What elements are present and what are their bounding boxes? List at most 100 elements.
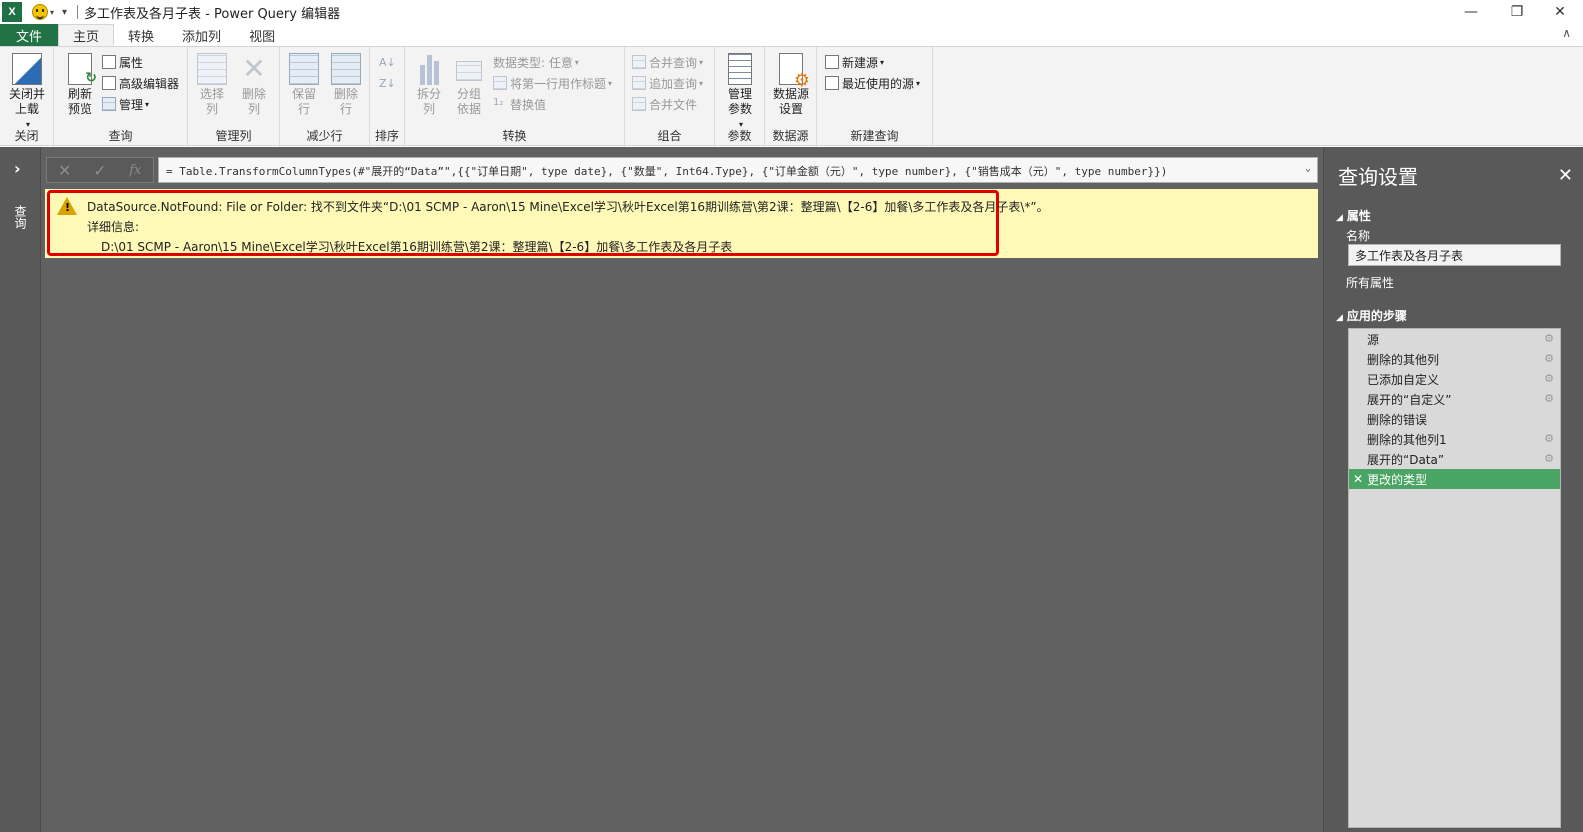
preview-area: ✕ ✓ fx = Table.TransformColumnTypes(#"展开… [41,147,1323,832]
manage-parameters-button[interactable]: 管理 参数 ▾ [718,53,762,132]
tab-add-column[interactable]: 添加列 [168,24,235,46]
data-type-dropdown[interactable]: 数据类型: 任意 ▾ [493,53,579,71]
split-column-button[interactable]: 拆分 列 [407,53,451,117]
step-expanded-data[interactable]: 展开的“Data” ⚙ [1349,449,1560,469]
append-icon [632,76,646,90]
gear-icon[interactable]: ⚙ [1544,392,1554,405]
combine-files-icon [632,97,646,111]
step-removed-other-columns[interactable]: 删除的其他列 ⚙ [1349,349,1560,369]
append-queries-button[interactable]: 追加查询 ▾ [632,74,703,92]
name-label: 名称 [1346,229,1371,243]
new-query-group-label: 新建查询 [850,129,899,143]
applied-steps-list: 源 ⚙ 删除的其他列 ⚙ 已添加自定义 ⚙ 展开的“自定义” ⚙ 删除的错误 删除的其他… [1348,328,1561,828]
datasource-settings-button[interactable]: ⚙ 数据源 设置 [769,53,813,117]
formula-text: = Table.TransformColumnTypes(#"展开的“Data”… [166,165,1168,178]
choose-columns-button[interactable]: 选择 列 [190,53,234,117]
step-source[interactable]: 源 ⚙ [1349,329,1560,349]
gear-icon[interactable]: ⚙ [1544,332,1554,345]
smiley-caret-icon[interactable]: ▾ [50,8,54,17]
ribbon-collapse-icon[interactable]: ∧ [1562,26,1571,40]
sort-ascending-button[interactable]: A↓ [379,53,396,71]
delete-step-icon[interactable]: ✕ [1353,472,1363,486]
queries-pane-label[interactable]: 查询 [12,205,29,229]
combine-group-label: 组合 [657,129,682,143]
cancel-formula-icon[interactable]: ✕ [47,161,82,180]
error-details-path: D:\01 SCMP - Aaron\15 Mine\Excel学习\秋叶Exc… [101,240,733,254]
tab-home[interactable]: 主页 [58,24,115,46]
recent-sources-icon [825,76,839,90]
gear-icon[interactable]: ⚙ [1544,352,1554,365]
error-details-label: 详细信息: [87,220,140,234]
transform-group-label: 转换 [502,129,527,143]
keep-rows-button[interactable]: 保留 行 [282,53,326,117]
merge-icon [632,55,646,69]
title-separator [77,5,79,19]
combine-files-button[interactable]: 合并文件 [632,95,697,113]
datasource-group: ⚙ 数据源 设置 数据源 [765,47,817,147]
ribbon: 关闭并 上载 ▾ 关闭 ↻ 刷新 预览 属性 高级编辑器 管理 ▾ 查询 选择 列 … [0,46,1583,147]
manage-columns-group: 选择 列 ✕ 删除 列 管理列 [188,47,280,147]
close-and-load-button[interactable]: 关闭并 上载 ▾ [5,53,49,132]
quick-access-customize-icon[interactable]: ▾ [62,7,67,18]
tab-view[interactable]: 视图 [235,24,289,46]
step-changed-type[interactable]: ✕ 更改的类型 [1349,469,1560,489]
datasource-group-label: 数据源 [772,129,809,143]
close-icon[interactable]: ✕ [1558,165,1573,186]
close-load-icon [12,53,42,85]
transform-group: 拆分 列 分组 依据 数据类型: 任意 ▾ 将第一行用作标题 ▾ 1₂ 替换值 转换 [405,47,625,147]
replace-values-button[interactable]: 1₂ 替换值 [493,95,546,113]
query-settings-pane: 查询设置 ✕ ◢属性 名称 所有属性 ◢应用的步骤 源⚙ 删除的其他列⚙ 已添加… [1323,147,1583,832]
new-source-button[interactable]: 新建源 ▾ [825,53,884,71]
applied-steps-section-header[interactable]: ◢ 应用的步骤 [1336,307,1407,324]
query-name-input[interactable] [1348,244,1561,266]
recent-sources-button[interactable]: 最近使用的源 ▾ [825,74,920,92]
gear-icon[interactable]: ⚙ [1544,452,1554,465]
step-expanded-custom[interactable]: 展开的“自定义” ⚙ [1349,389,1560,409]
sort-group-label: 排序 [374,129,399,143]
combine-group: 合并查询 ▾ 追加查询 ▾ 合并文件 组合 [625,47,715,147]
group-by-button[interactable]: 分组 依据 [447,53,491,117]
properties-button[interactable]: 属性 [102,53,143,71]
remove-columns-button[interactable]: ✕ 删除 列 [232,53,276,117]
collapse-triangle-icon: ◢ [1336,313,1343,323]
choose-columns-icon [197,53,227,85]
all-properties-link[interactable]: 所有属性 [1346,274,1394,291]
minimize-button[interactable]: — [1448,0,1494,24]
fx-icon[interactable]: fx [118,163,153,178]
properties-section-header[interactable]: ◢ 属性 [1336,207,1371,224]
step-removed-errors[interactable]: 删除的错误 [1349,409,1560,429]
smiley-feedback-icon[interactable] [32,4,48,20]
keep-rows-icon [289,53,319,85]
use-first-row-as-headers-button[interactable]: 将第一行用作标题 ▾ [493,74,612,92]
chevron-down-icon[interactable]: ⌄ [1305,163,1311,174]
close-window-button[interactable]: ✕ [1537,0,1583,24]
properties-icon [102,55,116,69]
formula-bar[interactable]: = Table.TransformColumnTypes(#"展开的“Data”… [158,157,1318,183]
reduce-rows-group-label: 减少行 [306,129,343,143]
title-bar: X ▾ ▾ 多工作表及各月子表 - Power Query 编辑器 — ❐ ✕ [0,0,1583,24]
expand-queries-icon[interactable]: › [14,159,21,178]
advanced-editor-icon [102,76,116,90]
gear-icon[interactable]: ⚙ [1544,432,1554,445]
group-by-icon [456,61,482,81]
window-title: 多工作表及各月子表 - Power Query 编辑器 [84,6,341,22]
step-removed-other-columns-1[interactable]: 删除的其他列1 ⚙ [1349,429,1560,449]
step-added-custom[interactable]: 已添加自定义 ⚙ [1349,369,1560,389]
remove-rows-button[interactable]: 删除 行 [324,53,368,117]
sort-group: A↓ Z↓ 排序 [370,47,405,147]
excel-icon: X [2,2,22,22]
query-settings-title: 查询设置 [1338,165,1418,189]
gear-icon[interactable]: ⚙ [1544,372,1554,385]
ribbon-tabs: 文件 主页 转换 添加列 视图 [0,24,1583,46]
tab-file[interactable]: 文件 [0,24,59,46]
sort-descending-button[interactable]: Z↓ [379,74,396,92]
manage-query-button[interactable]: 管理 ▾ [102,95,149,113]
refresh-preview-button[interactable]: ↻ 刷新 预览 [58,53,102,117]
commit-formula-icon[interactable]: ✓ [82,161,117,180]
advanced-editor-button[interactable]: 高级编辑器 [102,74,179,92]
restore-button[interactable]: ❐ [1494,0,1540,24]
new-source-icon [825,55,839,69]
merge-queries-button[interactable]: 合并查询 ▾ [632,53,703,71]
replace-icon: 1₂ [493,97,504,108]
tab-transform[interactable]: 转换 [114,24,168,46]
